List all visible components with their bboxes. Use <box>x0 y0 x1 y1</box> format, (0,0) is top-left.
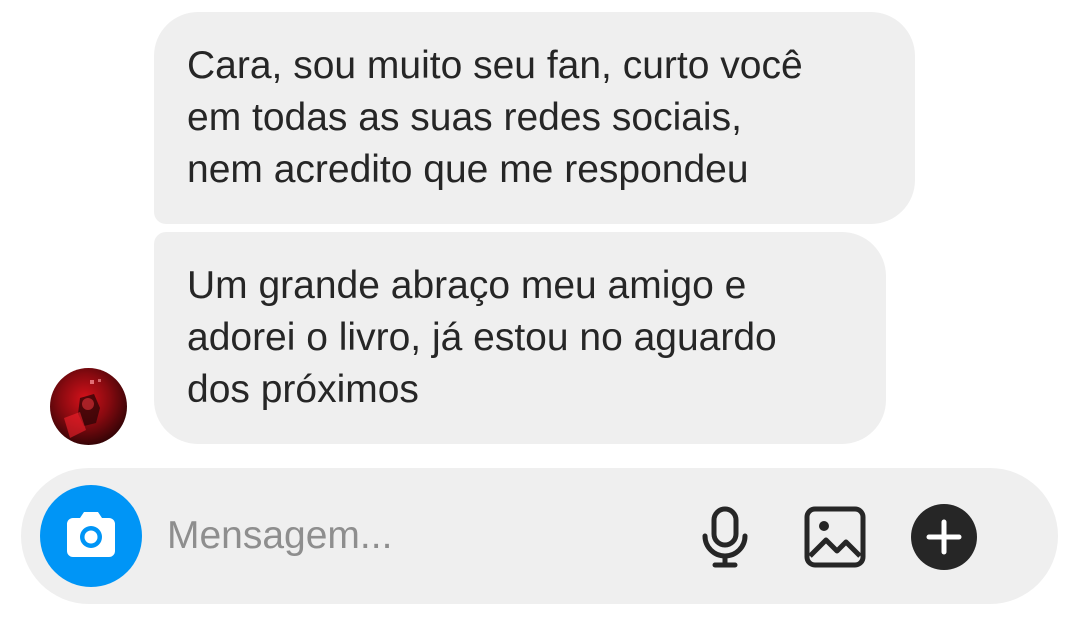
message-bubble[interactable]: Um grande abraço meu amigo e adorei o li… <box>154 232 886 444</box>
message-bubble[interactable]: Cara, sou muito seu fan, curto você em t… <box>154 12 915 224</box>
message-line: dos próximos <box>187 368 419 411</box>
camera-icon <box>67 512 115 557</box>
gallery-button[interactable] <box>802 504 868 570</box>
message-input[interactable] <box>161 498 693 574</box>
message-line: Cara, sou muito seu fan, curto você <box>187 44 803 87</box>
microphone-button[interactable] <box>692 504 758 570</box>
plus-circle-icon <box>911 504 977 570</box>
avatar-image <box>50 368 127 445</box>
message-line: em todas as suas redes sociais, <box>187 96 742 139</box>
microphone-icon <box>702 506 748 568</box>
message-line: adorei o livro, já estou no aguardo <box>187 316 777 359</box>
image-gallery-icon <box>804 506 866 568</box>
message-line: nem acredito que me respondeu <box>187 148 749 191</box>
chat-screen: Cara, sou muito seu fan, curto você em t… <box>0 0 1080 627</box>
message-line: Um grande abraço meu amigo e <box>187 264 747 307</box>
sender-avatar[interactable] <box>50 368 127 445</box>
message-composer: .placeholder-input::placeholder { color:… <box>21 468 1058 604</box>
camera-button[interactable] <box>40 485 142 587</box>
more-options-button[interactable] <box>911 504 977 570</box>
